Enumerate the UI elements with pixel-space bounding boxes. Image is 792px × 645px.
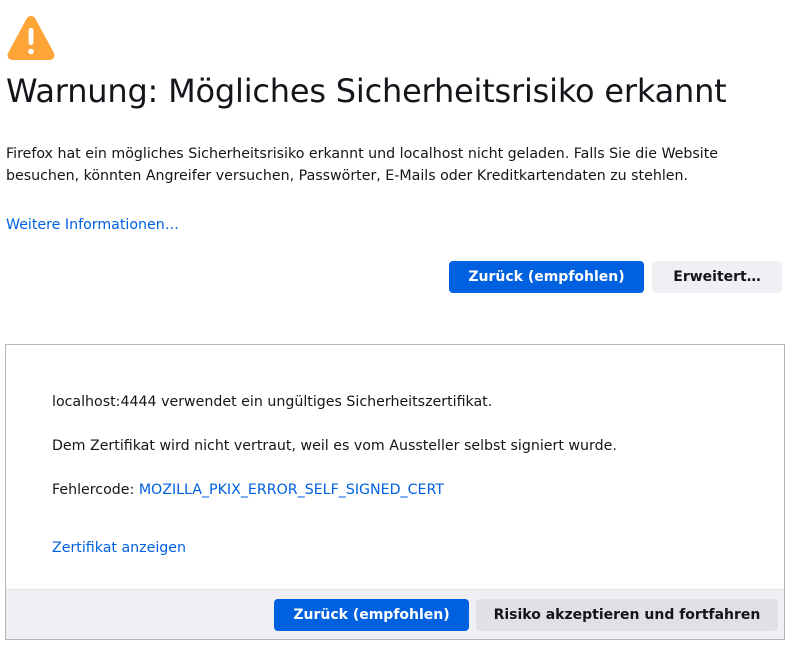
learn-more-link[interactable]: Weitere Informationen… bbox=[6, 217, 179, 233]
intro-text: Firefox hat ein mögliches Sicherheitsris… bbox=[6, 146, 719, 184]
error-code-link[interactable]: MOZILLA_PKIX_ERROR_SELF_SIGNED_CERT bbox=[139, 482, 444, 498]
view-certificate-link[interactable]: Zertifikat anzeigen bbox=[52, 540, 186, 556]
self-signed-text: Dem Zertifikat wird nicht vertraut, weil… bbox=[52, 438, 617, 454]
advanced-button[interactable]: Erweitert… bbox=[652, 261, 782, 293]
go-back-button[interactable]: Zurück (empfohlen) bbox=[449, 261, 644, 293]
page-title: Warnung: Mögliches Sicherheitsrisiko erk… bbox=[6, 72, 727, 110]
advanced-panel: localhost:4444 verwendet ein ungültiges … bbox=[5, 344, 785, 640]
invalid-cert-text: localhost:4444 verwendet ein ungültiges … bbox=[52, 394, 493, 410]
accept-risk-button[interactable]: Risiko akzeptieren und fortfahren bbox=[476, 599, 778, 631]
go-back-button-secondary[interactable]: Zurück (empfohlen) bbox=[274, 599, 469, 631]
warning-triangle-icon bbox=[7, 16, 55, 60]
error-page: Warnung: Mögliches Sicherheitsrisiko erk… bbox=[0, 0, 792, 645]
advanced-panel-footer: Zurück (empfohlen) Risiko akzeptieren un… bbox=[6, 589, 784, 639]
error-code-row: Fehlercode: MOZILLA_PKIX_ERROR_SELF_SIGN… bbox=[52, 482, 444, 498]
error-code-label: Fehlercode: bbox=[52, 482, 139, 498]
